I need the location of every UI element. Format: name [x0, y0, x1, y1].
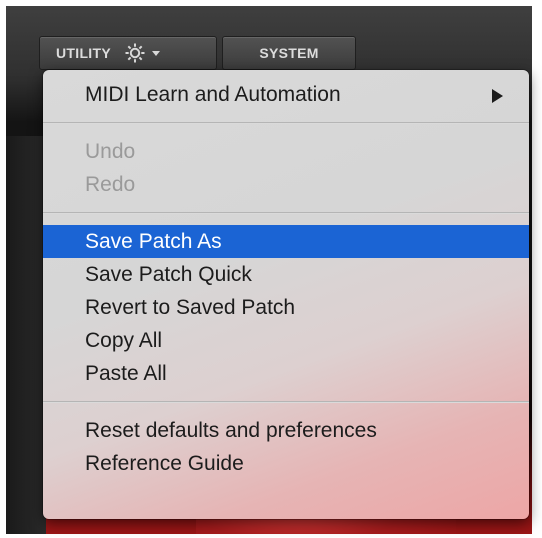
- utility-menu-button[interactable]: UTILITY: [39, 36, 217, 70]
- menu-item-undo: Undo: [43, 135, 529, 168]
- gear-icon: [125, 43, 145, 63]
- utility-dropdown-menu: MIDI Learn and Automation Undo Redo Save…: [43, 70, 529, 519]
- menu-item-save-patch-quick[interactable]: Save Patch Quick: [43, 258, 529, 291]
- background-panel-edge: [6, 136, 46, 534]
- menu-separator: [43, 401, 529, 403]
- menu-item-midi-learn[interactable]: MIDI Learn and Automation: [43, 78, 529, 111]
- menu-item-save-patch-as[interactable]: Save Patch As: [43, 225, 529, 258]
- submenu-arrow-icon: [492, 89, 503, 103]
- menu-item-label: Reference Guide: [85, 452, 244, 475]
- menu-item-label: Save Patch As: [85, 230, 222, 253]
- menu-item-label: Paste All: [85, 362, 167, 385]
- menu-item-reset-defaults[interactable]: Reset defaults and preferences: [43, 414, 529, 447]
- menu-item-revert-to-saved[interactable]: Revert to Saved Patch: [43, 291, 529, 324]
- menu-item-label: Reset defaults and preferences: [85, 419, 377, 442]
- menu-separator: [43, 122, 529, 124]
- utility-button-label: UTILITY: [56, 45, 111, 61]
- menu-item-copy-all[interactable]: Copy All: [43, 324, 529, 357]
- menu-item-label: Revert to Saved Patch: [85, 296, 296, 319]
- menu-item-paste-all[interactable]: Paste All: [43, 357, 529, 390]
- menu-item-label: MIDI Learn and Automation: [85, 83, 341, 106]
- menu-item-label: Redo: [85, 173, 136, 196]
- system-button[interactable]: SYSTEM: [222, 36, 356, 70]
- menu-item-label: Undo: [85, 140, 136, 163]
- system-button-label: SYSTEM: [259, 45, 319, 61]
- menu-item-reference-guide[interactable]: Reference Guide: [43, 447, 529, 480]
- menu-item-label: Save Patch Quick: [85, 263, 252, 286]
- menu-separator: [43, 212, 529, 214]
- menu-item-label: Copy All: [85, 329, 163, 352]
- caret-down-icon: [151, 50, 160, 56]
- menu-item-redo: Redo: [43, 168, 529, 201]
